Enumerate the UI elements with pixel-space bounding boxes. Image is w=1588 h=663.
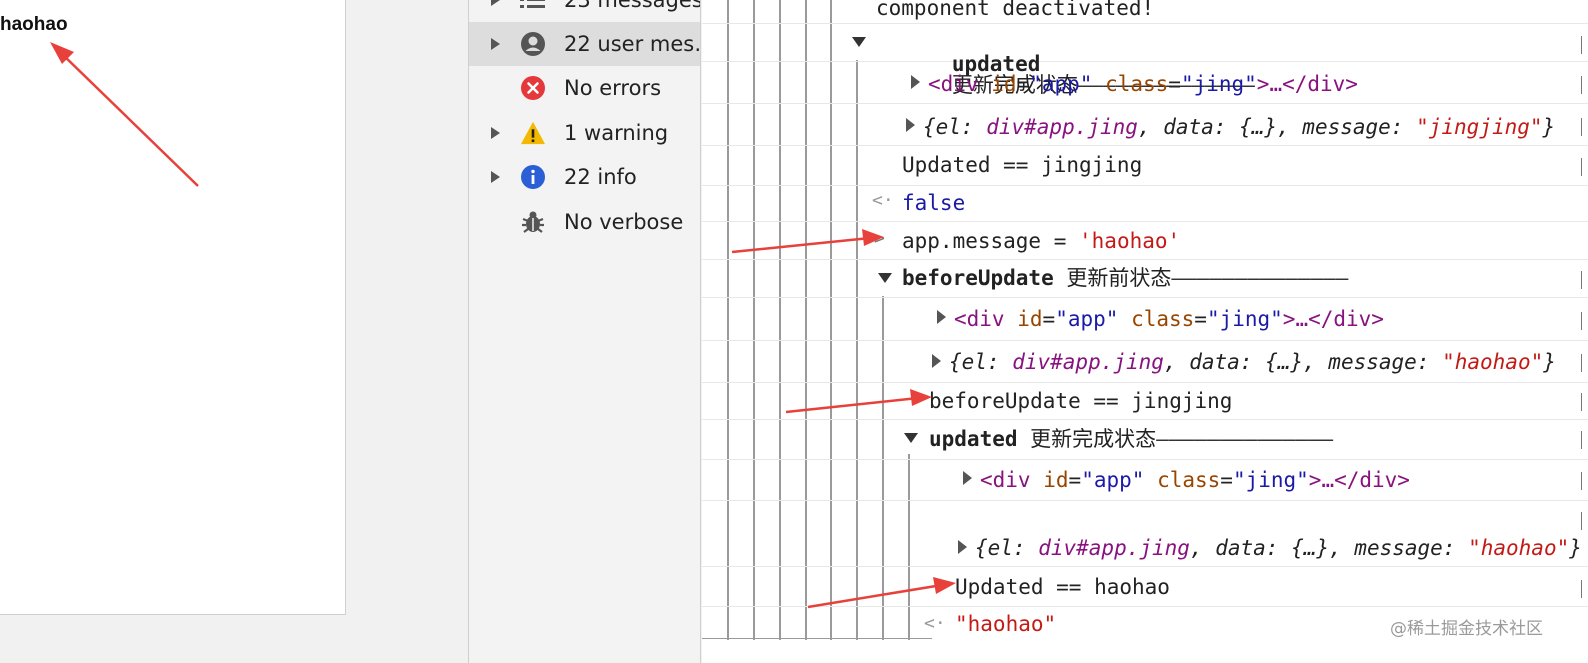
annotation-arrows (50, 42, 956, 609)
arrow-to-before-update (785, 389, 932, 414)
arrow-to-preview (50, 42, 199, 187)
arrow-to-input (731, 229, 884, 254)
arrow-to-updated (807, 577, 956, 609)
